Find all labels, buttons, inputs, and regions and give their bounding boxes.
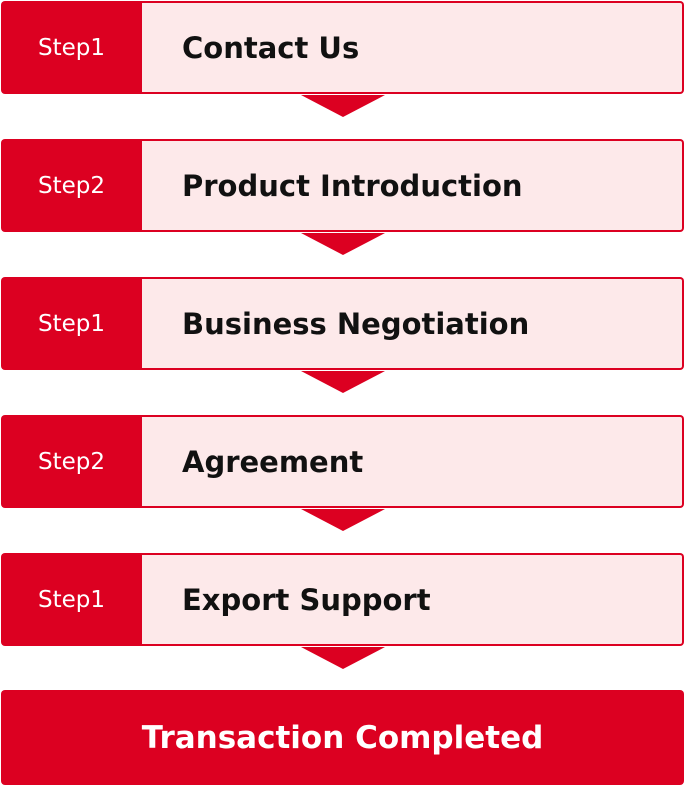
step-4-badge: Step2	[1, 415, 142, 508]
flow-arrow-down-icon	[301, 371, 385, 393]
step-5-title: Export Support	[142, 553, 684, 646]
step-1: Step1 Contact Us	[1, 1, 684, 94]
step-5-badge: Step1	[1, 553, 142, 646]
step-4-title: Agreement	[142, 415, 684, 508]
flow-arrow-down-icon	[301, 95, 385, 117]
step-1-title: Contact Us	[142, 1, 684, 94]
step-3: Step1 Business Negotiation	[1, 277, 684, 370]
step-5: Step1 Export Support	[1, 553, 684, 646]
step-2-title: Product Introduction	[142, 139, 684, 232]
flow-arrow-down-icon	[301, 647, 385, 669]
final-step-box: Transaction Completed	[1, 690, 684, 785]
step-2-badge: Step2	[1, 139, 142, 232]
flow-arrow-down-icon	[301, 509, 385, 531]
step-4: Step2 Agreement	[1, 415, 684, 508]
flow-arrow-down-icon	[301, 233, 385, 255]
step-3-badge: Step1	[1, 277, 142, 370]
step-3-title: Business Negotiation	[142, 277, 684, 370]
step-2: Step2 Product Introduction	[1, 139, 684, 232]
step-1-badge: Step1	[1, 1, 142, 94]
